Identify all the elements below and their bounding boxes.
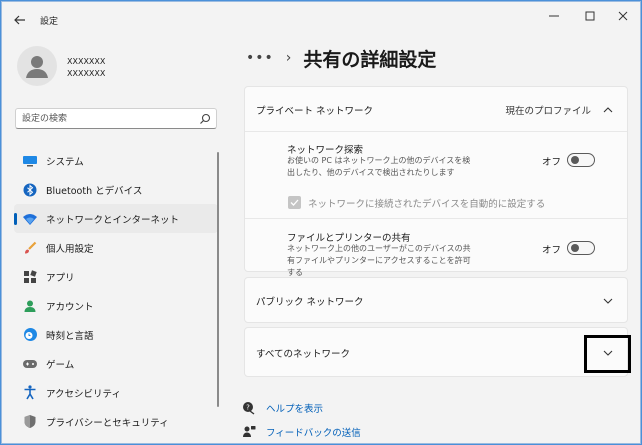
maximize-icon [585, 11, 595, 21]
bluetooth-icon [22, 182, 38, 198]
public-network-card[interactable]: パブリック ネットワーク [244, 277, 628, 323]
highlight-box [584, 335, 631, 373]
sidebar-item-label: アプリ [46, 272, 75, 284]
get-help-link[interactable]: ? ヘルプを表示 [242, 400, 323, 416]
feedback-icon [243, 426, 256, 437]
breadcrumb: ••• › 共有の詳細設定 [246, 46, 437, 71]
sidebar-item-network[interactable]: ネットワークとインターネット [14, 204, 218, 233]
monitor-icon [22, 153, 38, 169]
chevron-right-icon: › [285, 50, 292, 66]
sidebar-item-label: 時刻と言語 [46, 330, 94, 342]
public-network-title: パブリック ネットワーク [256, 297, 364, 308]
settings-window: 設定 XXXXXXX XXXXXXX システム [1, 1, 641, 444]
title-bar: 設定 [2, 2, 640, 36]
minimize-button[interactable] [536, 6, 572, 26]
file-printer-sharing-description: ネットワーク上の他のユーザーがこのデバイスの共有ファイルやプリンターにアクセスす… [287, 244, 471, 277]
maximize-button[interactable] [572, 6, 608, 26]
accessibility-icon [22, 385, 38, 401]
auto-setup-label: ネットワークに接続されたデバイスを自動的に設定する [308, 199, 546, 210]
auto-setup-checkbox[interactable] [288, 196, 301, 209]
file-printer-sharing-toggle[interactable] [567, 241, 595, 255]
profile-name-line2: XXXXXXX [67, 69, 106, 78]
private-network-header[interactable]: プライベート ネットワーク 現在のプロファイル [245, 87, 627, 131]
close-button[interactable] [605, 6, 640, 26]
sidebar-item-accounts[interactable]: アカウント [14, 291, 218, 320]
search-icon[interactable] [199, 113, 211, 125]
close-icon [618, 11, 628, 21]
wifi-icon [22, 211, 38, 227]
send-feedback-label: フィードバックの送信 [266, 428, 361, 439]
get-help-label: ヘルプを表示 [266, 404, 324, 415]
network-discovery-state: オフ [542, 157, 562, 168]
sidebar-item-label: システム [46, 156, 84, 168]
person-icon [26, 56, 48, 78]
checkmark-icon [290, 199, 299, 206]
apps-icon [22, 269, 38, 285]
paintbrush-icon [22, 240, 38, 256]
app-title: 設定 [40, 17, 59, 27]
network-discovery-description: お使いの PC はネットワーク上の他のデバイスを検出したり、他のデバイスで検出さ… [287, 156, 471, 177]
private-network-card: プライベート ネットワーク 現在のプロファイル ネットワーク探索 お使いの PC… [244, 86, 628, 277]
sidebar-item-label: Bluetooth とデバイス [46, 185, 143, 197]
sidebar-item-bluetooth[interactable]: Bluetooth とデバイス [14, 175, 218, 204]
sidebar-item-system[interactable]: システム [14, 146, 218, 175]
sidebar-nav: システム Bluetooth とデバイス ネットワークとインターネット 個人用設… [14, 146, 218, 436]
sidebar-item-apps[interactable]: アプリ [14, 262, 218, 291]
avatar[interactable] [17, 46, 57, 86]
page-title: 共有の詳細設定 [303, 48, 437, 71]
breadcrumb-more-button[interactable]: ••• [246, 50, 274, 66]
search-box[interactable] [15, 108, 217, 129]
divider [245, 131, 627, 132]
profile-name: XXXXXXX XXXXXXX [67, 56, 105, 80]
profile-name-line1: XXXXXXX [67, 57, 106, 66]
gamepad-icon [22, 356, 38, 372]
send-feedback-link[interactable]: フィードバックの送信 [242, 424, 361, 440]
sidebar-item-label: ゲーム [46, 359, 75, 371]
person-icon [22, 298, 38, 314]
sidebar-item-label: アクセシビリティ [46, 388, 121, 400]
network-discovery-title: ネットワーク探索 [287, 145, 364, 156]
chevron-up-icon[interactable] [603, 105, 613, 115]
all-networks-title: すべてのネットワーク [256, 349, 350, 360]
chevron-down-icon[interactable] [603, 296, 613, 306]
sidebar-item-label: アカウント [46, 301, 94, 313]
sidebar-item-label: プライバシーとセキュリティ [46, 417, 169, 429]
shield-icon [22, 414, 38, 430]
private-network-title: プライベート ネットワーク [256, 106, 374, 117]
all-networks-card[interactable]: すべてのネットワーク [244, 327, 628, 377]
search-input[interactable] [22, 111, 192, 126]
minimize-icon [549, 15, 559, 17]
divider [245, 218, 627, 219]
arrow-left-icon [14, 15, 25, 25]
network-discovery-toggle[interactable] [567, 153, 595, 167]
sidebar-item-label: 個人用設定 [46, 243, 94, 255]
sidebar-item-gaming[interactable]: ゲーム [14, 349, 218, 378]
sidebar-item-privacy[interactable]: プライバシーとセキュリティ [14, 407, 218, 436]
sidebar-item-personalization[interactable]: 個人用設定 [14, 233, 218, 262]
sidebar-scrollbar[interactable] [217, 152, 219, 407]
sidebar-item-label: ネットワークとインターネット [46, 214, 180, 226]
sidebar-item-time-language[interactable]: 時刻と言語 [14, 320, 218, 349]
clock-globe-icon [22, 327, 38, 343]
help-icon: ? [243, 402, 255, 415]
file-printer-sharing-state: オフ [542, 245, 562, 256]
current-profile-label: 現在のプロファイル [505, 106, 591, 117]
file-printer-sharing-title: ファイルとプリンターの共有 [287, 233, 411, 244]
back-button[interactable] [10, 10, 30, 30]
sidebar-item-accessibility[interactable]: アクセシビリティ [14, 378, 218, 407]
svg-text:?: ? [246, 404, 250, 412]
